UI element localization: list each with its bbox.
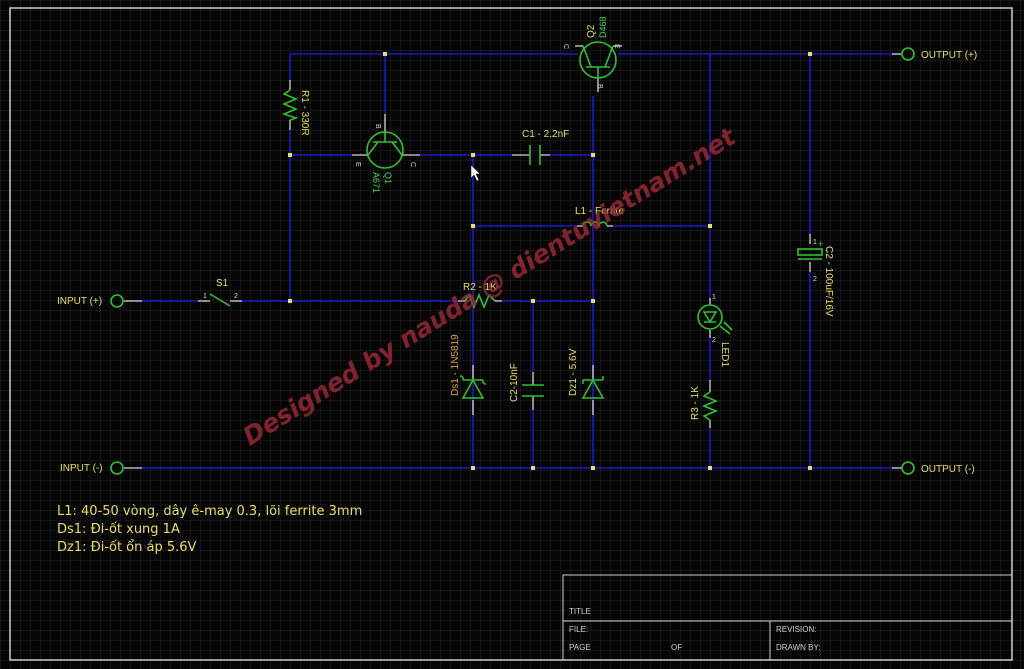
r3-label: R3 - 1K — [690, 386, 701, 420]
dz1-label: Dz1 - 5.6V — [568, 348, 579, 396]
title-field: TITLE — [569, 607, 591, 616]
page-field: PAGE — [569, 643, 591, 652]
q1-pin-e: E — [354, 162, 361, 167]
output-pos-label: OUTPUT (+) — [921, 50, 977, 61]
note-ds1: Ds1: Đi-ốt xung 1A — [57, 522, 180, 537]
c1-label: C1 - 2.2nF — [522, 129, 569, 140]
q2-pin-b: B — [596, 84, 603, 89]
s1-pin1: 1 — [203, 293, 207, 300]
q2-ref: Q2 — [586, 24, 597, 38]
c2-plus: + — [818, 239, 823, 249]
q1-value: A671 — [371, 172, 381, 193]
revision-field: REVISION: — [776, 625, 816, 634]
file-field: FILE: — [569, 625, 588, 634]
c2-pin1: 1 — [813, 239, 817, 246]
schematic[interactable]: INPUT (+) INPUT (-) OUTPUT (+) OUTPUT (-… — [0, 0, 1024, 669]
schematic-canvas[interactable]: INPUT (+) INPUT (-) OUTPUT (+) OUTPUT (-… — [0, 0, 1024, 669]
s1-label: S1 — [216, 278, 229, 289]
s1-pin2: 2 — [234, 293, 238, 300]
ds1-label: Ds1 - 1N5819 — [450, 334, 461, 396]
input-pos-label: INPUT (+) — [57, 296, 102, 307]
r1-label: R1 - 330R — [299, 90, 310, 136]
c2-pin2: 2 — [813, 276, 817, 283]
q1-pin-b: B — [374, 124, 381, 129]
c2-label: C2 - 100uF/16V — [823, 246, 834, 317]
of-field: OF — [671, 643, 682, 652]
c2-10nf-label: C2-10nF — [509, 363, 520, 402]
output-neg-label: OUTPUT (-) — [921, 464, 975, 475]
drawn-by-field: DRAWN BY: — [776, 643, 821, 652]
grid — [0, 0, 1024, 669]
q1-ref: Q1 — [383, 172, 393, 184]
led1-pin2: 2 — [712, 337, 716, 344]
led1-label: LED1 — [719, 342, 730, 367]
note-l1: L1: 40-50 vòng, dây ê-may 0.3, lõi ferri… — [57, 504, 362, 519]
q2-value: D468 — [598, 16, 608, 38]
q2-pin-e: E — [613, 44, 620, 49]
q2-pin-c: C — [562, 44, 569, 49]
led1-pin1: 1 — [712, 294, 716, 301]
input-neg-label: INPUT (-) — [60, 463, 103, 474]
q1-pin-c: C — [409, 162, 416, 167]
note-dz1: Dz1: Đi-ốt ổn áp 5.6V — [57, 540, 197, 555]
